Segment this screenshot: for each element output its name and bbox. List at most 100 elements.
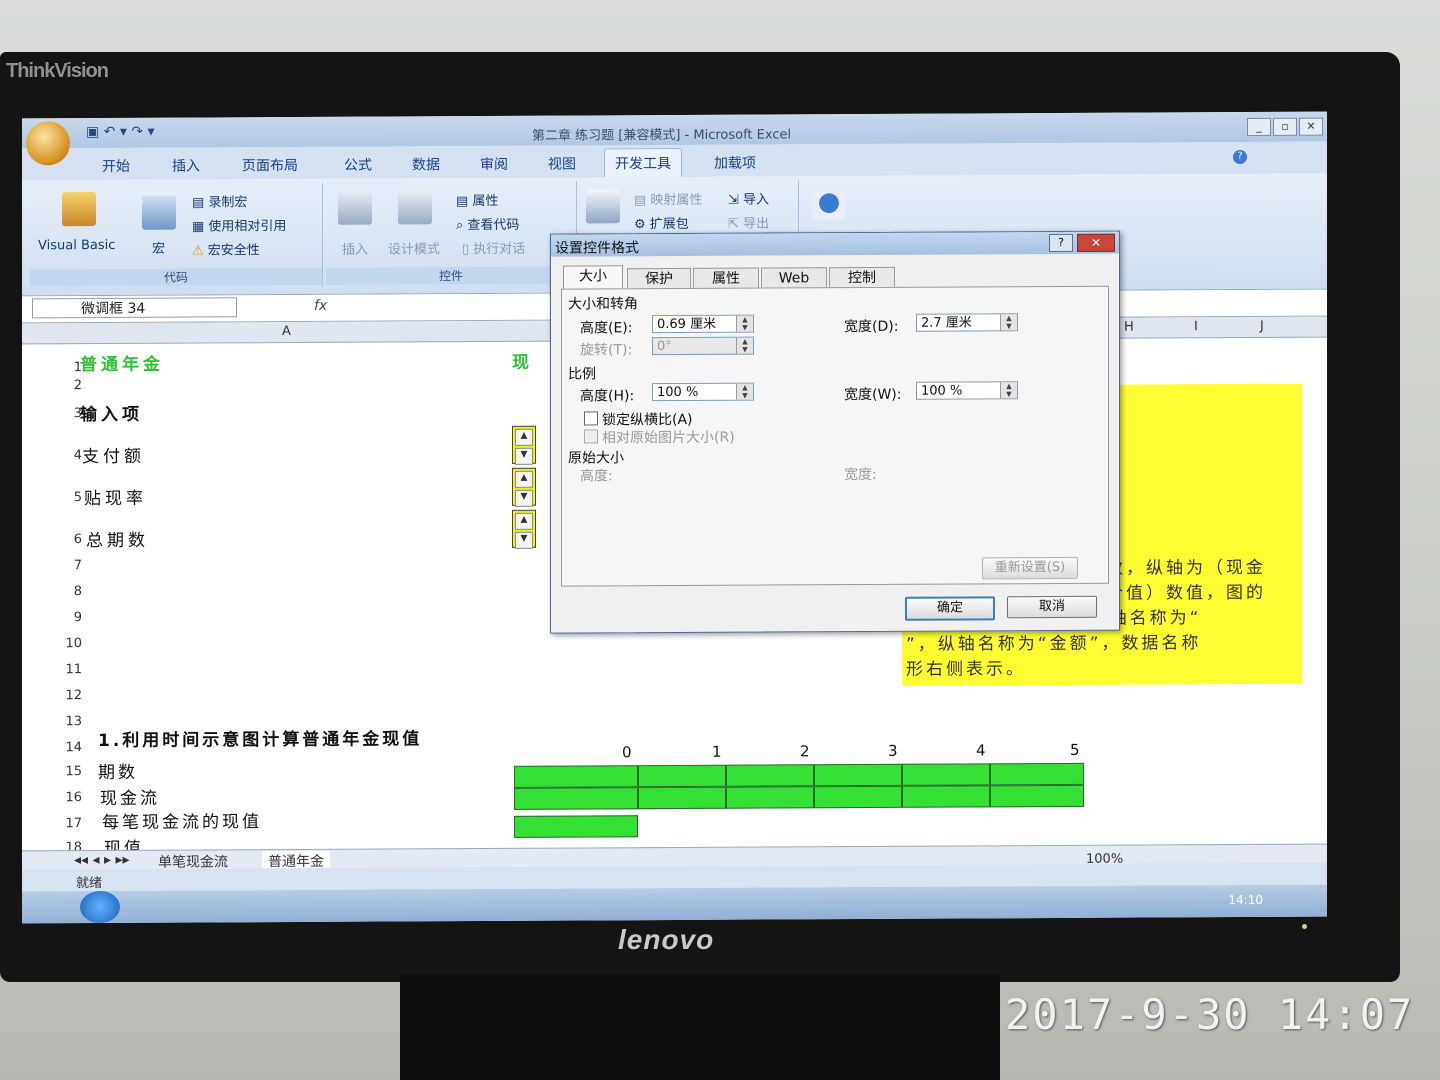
row-16[interactable]: 16: [32, 790, 82, 805]
cashflow-cell-4[interactable]: [902, 763, 990, 786]
expansion-packs-button[interactable]: ⚙ 扩展包: [634, 213, 689, 232]
minimize-button[interactable]: _: [1247, 117, 1271, 137]
row-14[interactable]: 14: [32, 740, 82, 755]
spin-down-icon[interactable]: ▼: [515, 531, 533, 549]
cell-a6[interactable]: 总期数: [86, 526, 149, 551]
tab-data[interactable]: 数据: [412, 154, 440, 174]
sheet-nav-icon[interactable]: ◂◂ ◂ ▸ ▸▸: [74, 852, 130, 868]
tab-addins[interactable]: 加载项: [714, 153, 756, 173]
cell-a15[interactable]: 期数: [98, 758, 138, 783]
spin-down-icon[interactable]: ▼: [515, 447, 533, 465]
row-4[interactable]: 4: [32, 448, 82, 463]
tab-home[interactable]: 开始: [102, 156, 130, 176]
cell-a17[interactable]: 每笔现金流的现值: [102, 807, 262, 833]
pv-cell-3[interactable]: [814, 785, 902, 809]
row-8[interactable]: 8: [32, 584, 82, 599]
scale-width-input[interactable]: 100 % ▲ ▼: [916, 381, 1018, 400]
export-button[interactable]: ⇱ 导出: [728, 213, 769, 232]
column-h[interactable]: H: [1124, 320, 1134, 335]
dialog-tab-size[interactable]: 大小: [563, 265, 623, 290]
cashflow-cell-0[interactable]: [514, 765, 638, 788]
macro-security-button[interactable]: ⚠ 宏安全性: [192, 239, 260, 258]
relative-reference-button[interactable]: ▦ 使用相对引用: [192, 215, 286, 234]
cell-a1[interactable]: 普通年金: [80, 350, 164, 375]
cell-a4[interactable]: 支付额: [82, 442, 145, 467]
view-code-button[interactable]: ⌕ 查看代码: [456, 214, 519, 233]
cell-a3[interactable]: 输入项: [80, 400, 143, 425]
cell-a14[interactable]: 1.利用时间示意图计算普通年金现值: [98, 724, 422, 751]
spin-down-icon[interactable]: ▼: [515, 489, 533, 507]
spin-up-icon[interactable]: ▲: [515, 428, 533, 446]
dialog-tab-properties[interactable]: 属性: [693, 267, 759, 289]
insert-function-icon[interactable]: fx: [314, 298, 327, 314]
name-box[interactable]: 微调框 34: [32, 297, 237, 319]
scale-height-spin-icon[interactable]: ▲ ▼: [736, 383, 753, 400]
pv-cell-1[interactable]: [638, 786, 726, 810]
cashflow-cell-3[interactable]: [814, 763, 902, 787]
pv-cell-5[interactable]: [990, 784, 1084, 808]
pv-cell-4[interactable]: [902, 785, 990, 808]
height-spin-icon[interactable]: ▲ ▼: [736, 315, 753, 332]
dialog-close-button[interactable]: ✕: [1077, 233, 1115, 252]
cashflow-cell-2[interactable]: [726, 764, 814, 787]
visual-basic-button[interactable]: Visual Basic: [38, 238, 115, 253]
row-2[interactable]: 2: [32, 378, 82, 393]
dialog-tab-control[interactable]: 控制: [829, 266, 895, 289]
pv-cell-2[interactable]: [726, 786, 814, 809]
cell-a16[interactable]: 现金流: [100, 784, 160, 809]
row-15[interactable]: 15: [32, 764, 82, 779]
row-3[interactable]: 3: [32, 406, 82, 421]
macro-button[interactable]: 宏: [152, 238, 165, 257]
total-pv-cell[interactable]: [514, 815, 638, 838]
zoom-level[interactable]: 100%: [1086, 852, 1123, 867]
dialog-tab-web[interactable]: Web: [761, 267, 827, 289]
restore-button[interactable]: ▫: [1273, 117, 1297, 136]
quick-access-toolbar[interactable]: ▣ ↶ ▾ ↷ ▾: [86, 124, 155, 140]
pv-cell-0[interactable]: [514, 787, 638, 810]
column-i[interactable]: I: [1194, 319, 1198, 334]
dialog-help-button[interactable]: ?: [1049, 233, 1073, 253]
record-macro-button[interactable]: ▤ 录制宏: [192, 191, 247, 210]
spin-up-icon[interactable]: ▲: [515, 470, 533, 488]
dialog-tab-protection[interactable]: 保护: [627, 267, 691, 290]
row-13[interactable]: 13: [32, 714, 82, 729]
row-5[interactable]: 5: [32, 490, 82, 505]
cancel-button[interactable]: 取消: [1007, 595, 1097, 619]
row-11[interactable]: 11: [32, 662, 82, 677]
ok-button[interactable]: 确定: [905, 596, 995, 621]
run-dialog-button[interactable]: ▯ 执行对话: [462, 238, 525, 257]
width-spin-icon[interactable]: ▲ ▼: [1000, 314, 1017, 331]
spinner-payment[interactable]: ▲ ▼: [512, 425, 536, 465]
tab-page-layout[interactable]: 页面布局: [242, 155, 298, 175]
cell-a5[interactable]: 贴现率: [84, 484, 147, 509]
cell-b1[interactable]: 现: [512, 348, 533, 373]
map-properties-button[interactable]: ▤ 映射属性: [634, 189, 702, 208]
height-input[interactable]: 0.69 厘米 ▲ ▼: [652, 314, 754, 334]
column-a[interactable]: A: [282, 324, 291, 339]
lock-aspect-checkbox[interactable]: [584, 411, 598, 426]
cashflow-cell-5[interactable]: [990, 762, 1084, 786]
design-mode-button[interactable]: 设计模式: [388, 238, 440, 257]
width-input[interactable]: 2.7 厘米 ▲ ▼: [916, 313, 1018, 332]
properties-button[interactable]: ▤ 属性: [456, 190, 498, 209]
row-9[interactable]: 9: [32, 610, 82, 625]
spinner-rate[interactable]: ▲ ▼: [512, 467, 536, 507]
row-17[interactable]: 17: [32, 816, 82, 831]
office-button[interactable]: [26, 121, 70, 166]
help-icon[interactable]: ?: [1233, 150, 1247, 165]
row-10[interactable]: 10: [32, 636, 82, 651]
row-12[interactable]: 12: [32, 688, 82, 703]
document-panel-icon[interactable]: [812, 186, 846, 221]
spin-up-icon[interactable]: ▲: [515, 512, 533, 530]
tab-developer[interactable]: 开发工具: [604, 147, 682, 178]
tab-review[interactable]: 审阅: [480, 154, 508, 174]
cashflow-cell-1[interactable]: [638, 764, 726, 788]
row-6[interactable]: 6: [32, 532, 82, 547]
scale-height-input[interactable]: 100 % ▲ ▼: [652, 382, 754, 402]
tab-view[interactable]: 视图: [548, 154, 576, 174]
column-j[interactable]: J: [1260, 319, 1264, 334]
insert-control-button[interactable]: 插入: [342, 239, 368, 258]
spinner-periods[interactable]: ▲ ▼: [512, 509, 536, 549]
row-7[interactable]: 7: [32, 558, 82, 573]
tab-insert[interactable]: 插入: [172, 155, 200, 175]
